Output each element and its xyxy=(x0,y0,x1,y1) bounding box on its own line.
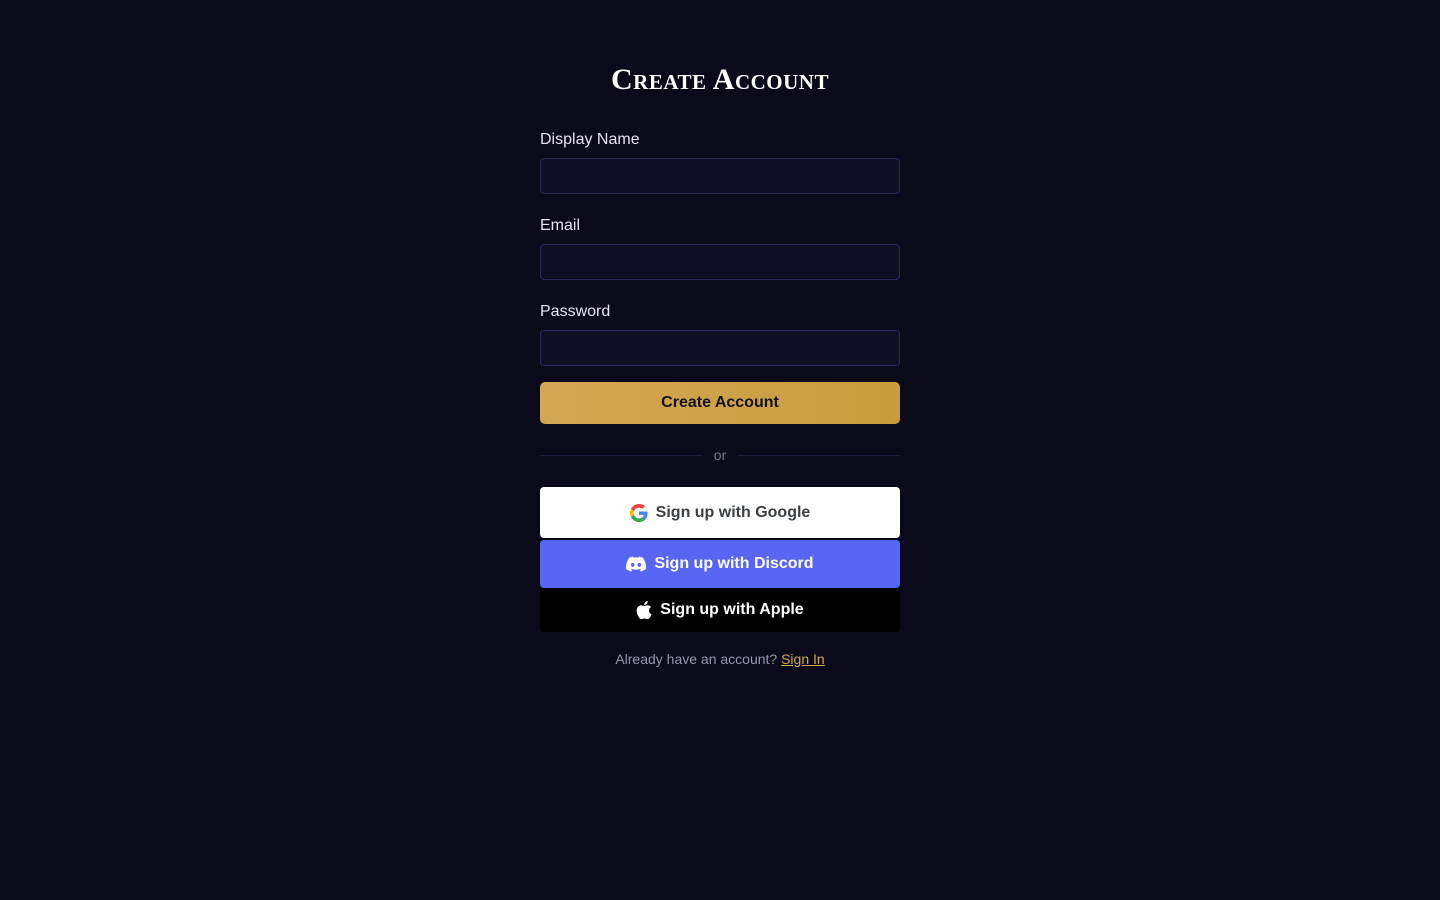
divider-line-left xyxy=(540,454,702,456)
apple-signup-button[interactable]: Sign up with Apple xyxy=(540,588,900,632)
create-account-button[interactable]: Create Account xyxy=(540,382,900,424)
password-input[interactable] xyxy=(540,330,900,366)
discord-signup-button[interactable]: Sign up with Discord xyxy=(540,540,900,588)
signin-link[interactable]: Sign In xyxy=(781,651,825,667)
email-input[interactable] xyxy=(540,244,900,280)
apple-signup-label: Sign up with Apple xyxy=(660,601,804,618)
discord-signup-label: Sign up with Discord xyxy=(654,555,814,572)
email-field-group: Email xyxy=(540,216,900,280)
password-label: Password xyxy=(540,303,611,320)
display-name-field-group: Display Name xyxy=(540,130,900,194)
divider-text: or xyxy=(713,447,727,463)
google-signup-button[interactable]: Sign up with Google xyxy=(540,487,900,538)
or-divider: or xyxy=(540,445,901,465)
signin-prompt: Already have an account? Sign In xyxy=(540,649,900,669)
google-icon xyxy=(629,503,648,522)
divider-line-right xyxy=(738,454,901,456)
email-label: Email xyxy=(540,217,581,234)
signin-prompt-text: Already have an account? xyxy=(615,651,778,667)
display-name-input[interactable] xyxy=(540,158,900,194)
apple-icon xyxy=(636,601,652,619)
signup-form: Create Account Display Name Email Passwo… xyxy=(540,60,901,669)
display-name-label: Display Name xyxy=(540,131,640,148)
google-signup-label: Sign up with Google xyxy=(655,503,811,521)
page-title: Create Account xyxy=(611,63,829,96)
password-field-group: Password xyxy=(540,302,900,366)
discord-icon xyxy=(626,556,647,572)
